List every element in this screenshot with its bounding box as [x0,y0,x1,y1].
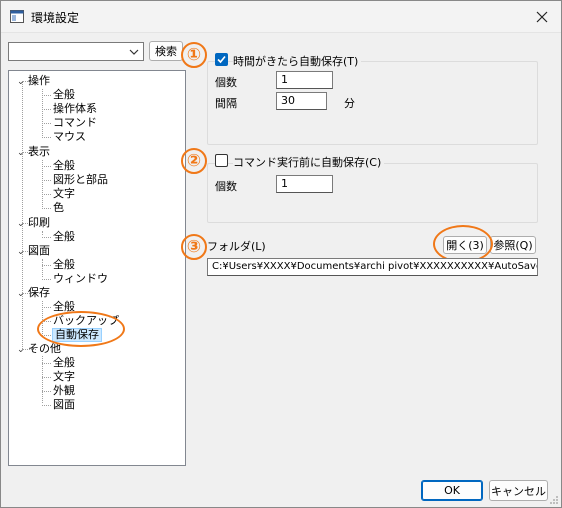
interval-unit: 分 [344,97,355,110]
tree-connector [42,307,51,308]
tree-item[interactable]: 全般 [53,230,75,244]
tree-connector [42,391,51,392]
tree-item[interactable]: 全般 [53,88,75,102]
tree-item[interactable]: 外観 [53,384,75,398]
tree-connector [42,166,51,167]
command-count-field[interactable]: 1 [276,175,333,193]
category-tree: ⌄ 操作 全般 操作体系 コマンド マウス ⌄ 表示 全般 図形と部品 文字 色 ⌄… [8,70,186,466]
collapse-icon[interactable]: ⌄ [17,245,28,259]
cancel-button[interactable]: キャンセル [489,480,548,501]
open-folder-button[interactable]: 開く(3) [443,236,487,254]
tree-connector [42,265,51,266]
tree-connector [42,180,51,181]
checkmark-icon [217,55,226,64]
tree-item[interactable]: バックアップ [53,314,119,328]
search-button[interactable]: 検索 [149,41,183,61]
window-title: 環境設定 [31,11,80,25]
search-combo[interactable] [8,42,144,61]
close-icon [536,11,548,23]
timed-save-group [207,61,538,145]
tree-item[interactable]: 全般 [53,356,75,370]
tree-item[interactable]: 図面 [53,398,75,412]
tree-item[interactable]: マウス [53,130,86,144]
title-bar: 環境設定 [1,1,561,33]
timed-save-checkbox[interactable] [215,53,228,66]
tree-item[interactable]: 文字 [53,370,75,384]
command-save-label: コマンド実行前に自動保存(C) [233,154,385,170]
folder-path-field[interactable]: C:¥Users¥XXXX¥Documents¥archi pivot¥XXXX… [207,258,538,276]
annotation-badge-2: ② [181,148,207,174]
interval-label: 間隔 [215,97,237,110]
tree-node-図面[interactable]: ⌄ 図面 [17,244,50,258]
browse-folder-button[interactable]: 参照(Q) [490,236,536,254]
tree-connector [42,363,51,364]
tree-node-印刷[interactable]: ⌄ 印刷 [17,216,50,230]
tree-connector [42,377,51,378]
tree-item[interactable]: 図形と部品 [53,173,108,187]
tree-node-表示[interactable]: ⌄ 表示 [17,145,50,159]
tree-item[interactable]: 文字 [53,187,75,201]
close-button[interactable] [529,4,555,30]
tree-item-selected[interactable]: 自動保存 [52,328,102,342]
command-save-group [207,163,538,223]
command-count-label: 個数 [215,180,237,193]
tree-node-保存[interactable]: ⌄ 保存 [17,286,50,300]
settings-dialog: 環境設定 検索 ⌄ 操作 全般 操作体系 コマンド マウス ⌄ 表示 全般 図形と部… [0,0,562,508]
tree-item[interactable]: 全般 [53,159,75,173]
collapse-icon[interactable]: ⌄ [17,146,28,160]
tree-node-操作[interactable]: ⌄ 操作 [17,74,50,88]
count-field[interactable]: 1 [276,71,333,89]
command-save-checkbox[interactable] [215,154,228,167]
tree-connector [42,405,51,406]
tree-item[interactable]: 全般 [53,300,75,314]
tree-connector [42,279,51,280]
chevron-down-icon [129,49,139,55]
tree-item[interactable]: 操作体系 [53,102,97,116]
interval-field[interactable]: 30 [276,92,327,110]
tree-connector [42,123,51,124]
ok-button[interactable]: OK [421,480,483,501]
tree-item[interactable]: ウィンドウ [53,272,108,286]
collapse-icon[interactable]: ⌄ [17,343,28,357]
tree-node-その他[interactable]: ⌄ その他 [17,342,61,356]
collapse-icon[interactable]: ⌄ [17,75,28,89]
tree-connector [42,335,51,336]
tree-connector [42,95,51,96]
collapse-icon[interactable]: ⌄ [17,217,28,231]
tree-connector [42,137,51,138]
tree-connector [42,109,51,110]
tree-connector [42,208,51,209]
timed-save-label: 時間がきたら自動保存(T) [233,53,362,69]
tree-item[interactable]: 全般 [53,258,75,272]
resize-grip-icon[interactable] [549,495,559,505]
collapse-icon[interactable]: ⌄ [17,287,28,301]
annotation-badge-3: ③ [181,234,207,260]
tree-connector [42,237,51,238]
tree-connector [42,194,51,195]
annotation-badge-1: ① [181,42,207,68]
folder-label: フォルダ(L) [207,240,266,253]
tree-item[interactable]: 色 [53,201,64,215]
count-label: 個数 [215,76,237,89]
tree-item[interactable]: コマンド [53,116,97,130]
tree-connector [42,321,51,322]
app-icon [10,10,24,23]
